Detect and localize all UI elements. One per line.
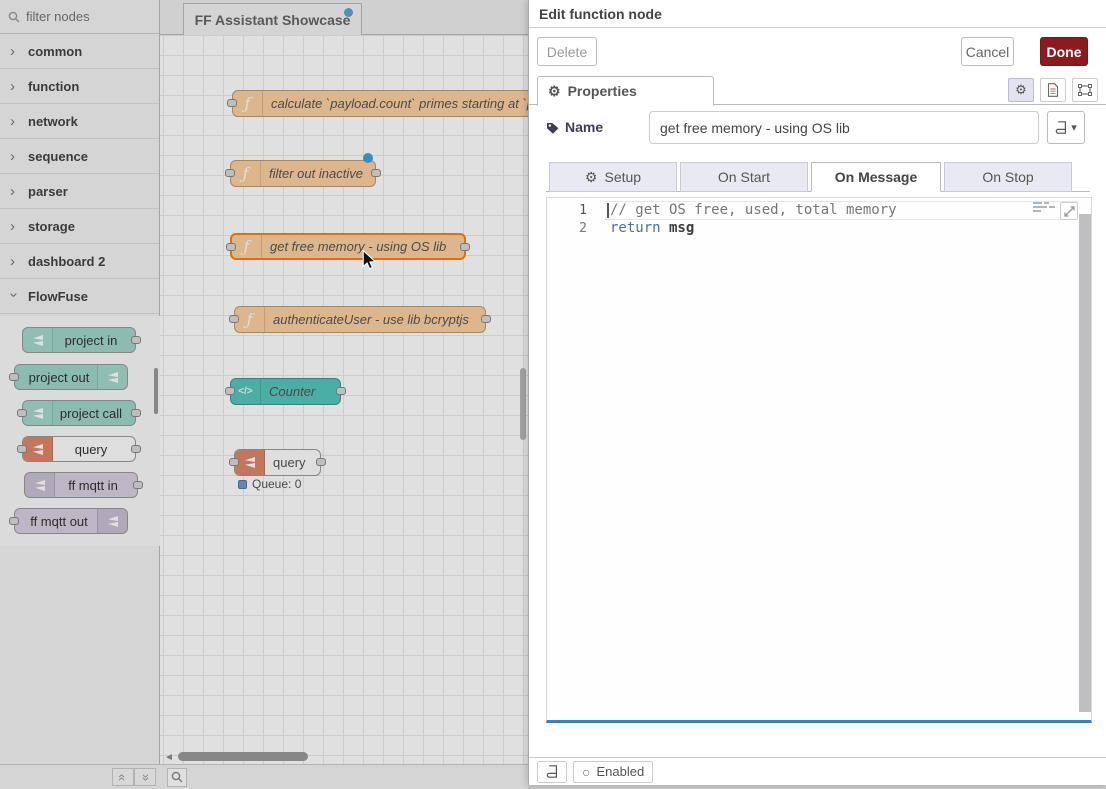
circle-toggle-icon: ○ xyxy=(582,764,590,780)
document-icon xyxy=(1047,83,1059,97)
enabled-toggle-button[interactable]: ○ Enabled xyxy=(573,761,653,783)
editor-tab-row: ⚙ Properties ⚙ xyxy=(529,75,1106,105)
library-button[interactable]: ▾ xyxy=(1047,111,1085,144)
book-icon xyxy=(546,765,558,778)
tab-setup[interactable]: ⚙ Setup xyxy=(549,162,677,192)
name-label: Name xyxy=(565,119,603,135)
delete-button[interactable]: Delete xyxy=(537,37,597,66)
gear-icon: ⚙ xyxy=(1015,82,1027,98)
tab-properties-label: Properties xyxy=(568,83,637,99)
editor-minimap xyxy=(1033,202,1055,214)
code-editor[interactable]: 1 2 // get OS free, used, total memory r… xyxy=(546,197,1092,723)
code-variable: msg xyxy=(661,220,695,236)
code-line-1: // get OS free, used, total memory xyxy=(610,202,897,218)
gear-icon: ⚙ xyxy=(548,83,561,100)
tray-header: Edit function node xyxy=(529,0,1106,28)
cancel-button[interactable]: Cancel xyxy=(961,37,1014,66)
editor-scrollbar[interactable] xyxy=(1079,214,1091,712)
tab-on-start[interactable]: On Start xyxy=(680,162,808,192)
edit-tray: Edit function node Delete Cancel Done ⚙ … xyxy=(528,0,1106,785)
tag-icon xyxy=(546,121,560,135)
tab-label: On Message xyxy=(835,169,917,185)
code-keyword: return xyxy=(610,220,661,236)
caret-down-icon: ▾ xyxy=(1071,121,1077,134)
text-caret xyxy=(607,203,609,218)
name-form-row: Name ▾ xyxy=(529,105,1106,161)
tab-properties[interactable]: ⚙ Properties xyxy=(537,76,714,106)
function-tab-row: ⚙ Setup On Start On Message On Stop xyxy=(529,161,1106,201)
tray-footer: ○ Enabled xyxy=(529,757,1106,785)
tray-title: Edit function node xyxy=(539,6,662,22)
code-comment: // get OS free, used, total memory xyxy=(610,202,897,218)
done-button[interactable]: Done xyxy=(1040,37,1088,66)
expand-editor-button[interactable] xyxy=(1060,202,1078,220)
tab-label: Setup xyxy=(604,169,641,185)
gear-icon: ⚙ xyxy=(585,169,598,186)
enabled-label: Enabled xyxy=(596,764,644,779)
tab-on-stop[interactable]: On Stop xyxy=(944,162,1072,192)
tab-label: On Start xyxy=(718,169,770,185)
object-group-icon xyxy=(1078,84,1092,96)
tray-toolbar: Delete Cancel Done xyxy=(529,28,1106,75)
library-save-button[interactable] xyxy=(537,761,567,783)
tab-on-message[interactable]: On Message xyxy=(811,162,941,192)
description-view-button[interactable] xyxy=(1040,78,1066,102)
line-number: 2 xyxy=(547,221,587,236)
node-red-editor: › common › function › network › sequence… xyxy=(0,0,1106,789)
tab-label: On Stop xyxy=(982,169,1033,185)
workspace: › common › function › network › sequence… xyxy=(0,0,528,789)
book-icon xyxy=(1055,121,1067,134)
line-number: 1 xyxy=(547,203,587,218)
code-line-2: return msg xyxy=(610,220,694,236)
appearance-view-button[interactable] xyxy=(1072,78,1098,102)
properties-view-button[interactable]: ⚙ xyxy=(1008,78,1034,102)
name-input[interactable] xyxy=(649,111,1039,144)
mouse-cursor xyxy=(362,250,377,270)
workspace-dim-overlay xyxy=(0,0,528,789)
